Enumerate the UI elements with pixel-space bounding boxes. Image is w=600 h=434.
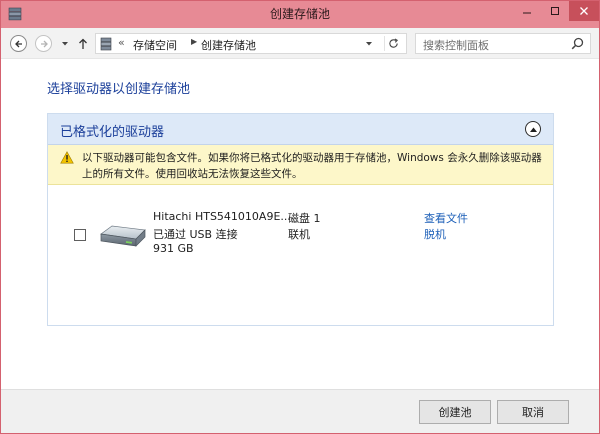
arrow-right-icon — [40, 40, 48, 47]
back-button[interactable] — [10, 35, 27, 52]
address-bar[interactable]: « 存储空间 ▶ 创建存储池 — [95, 33, 407, 54]
refresh-icon — [389, 38, 399, 48]
close-button[interactable] — [569, 1, 599, 21]
window: 创建存储池 « 存储空间 ▶ 创建存储池 搜索控制面板 选择驱动器以创建存储池 … — [0, 0, 600, 434]
hard-drive-icon — [100, 225, 146, 247]
chevron-down-icon — [62, 42, 68, 46]
cancel-button[interactable]: 取消 — [497, 400, 569, 424]
chevron-down-icon — [366, 42, 372, 46]
formatted-drives-panel: 已格式化的驱动器 以下驱动器可能包含文件。如果你将已格式化的驱动器用于存储池，W… — [47, 113, 554, 326]
panel-title: 已格式化的驱动器 — [60, 125, 165, 140]
arrow-left-icon — [14, 40, 22, 47]
address-dropdown-button[interactable] — [362, 37, 376, 51]
breadcrumb-arrow-icon[interactable]: ▶ — [191, 37, 197, 46]
navigation-bar: « 存储空间 ▶ 创建存储池 搜索控制面板 — [1, 28, 599, 59]
warning-banner: 以下驱动器可能包含文件。如果你将已格式化的驱动器用于存储池，Windows 会永… — [48, 145, 553, 185]
search-input[interactable]: 搜索控制面板 — [415, 33, 591, 54]
view-files-link[interactable]: 查看文件 — [424, 210, 468, 226]
chevron-up-icon — [529, 127, 537, 132]
disk-number: 磁盘 1 — [288, 212, 321, 225]
panel-header[interactable]: 已格式化的驱动器 — [48, 114, 553, 145]
page-title: 选择驱动器以创建存储池 — [47, 82, 191, 97]
disk-status: 联机 — [288, 228, 310, 241]
forward-button[interactable] — [35, 35, 52, 52]
arrow-up-icon — [79, 38, 87, 49]
drive-name: Hitachi HTS541010A9E... — [153, 210, 291, 223]
main-content: 选择驱动器以创建存储池 已格式化的驱动器 以下驱动器可能包含文件。如果你将已格式… — [1, 59, 599, 389]
collapse-button[interactable] — [525, 121, 541, 137]
take-offline-link[interactable]: 脱机 — [424, 226, 446, 242]
close-icon — [580, 7, 588, 15]
minimize-button[interactable] — [513, 1, 541, 21]
breadcrumb-overflow[interactable]: « — [118, 36, 125, 49]
breadcrumb-create-pool[interactable]: 创建存储池 — [201, 37, 256, 53]
create-pool-button[interactable]: 创建池 — [419, 400, 491, 424]
drive-checkbox[interactable] — [74, 229, 86, 241]
drive-row[interactable]: Hitachi HTS541010A9E... 已通过 USB 连接 931 G… — [48, 186, 553, 266]
maximize-button[interactable] — [541, 1, 569, 21]
title-bar[interactable]: 创建存储池 — [1, 1, 599, 28]
drive-size: 931 GB — [153, 242, 194, 255]
breadcrumb-storage-spaces[interactable]: 存储空间 — [133, 37, 177, 53]
window-title: 创建存储池 — [269, 7, 330, 21]
minimize-icon — [523, 12, 531, 14]
storage-icon — [100, 37, 112, 51]
warning-text: 以下驱动器可能包含文件。如果你将已格式化的驱动器用于存储池，Windows 会永… — [82, 152, 542, 180]
recent-locations-button[interactable] — [59, 37, 71, 51]
warning-icon — [60, 151, 74, 164]
search-icon[interactable] — [571, 37, 584, 50]
drive-connection: 已通过 USB 连接 — [153, 228, 238, 241]
refresh-button[interactable] — [384, 36, 402, 51]
search-placeholder: 搜索控制面板 — [423, 39, 489, 52]
up-button[interactable] — [77, 37, 89, 51]
maximize-icon — [551, 7, 559, 15]
footer-bar: 创建池 取消 — [1, 389, 599, 433]
